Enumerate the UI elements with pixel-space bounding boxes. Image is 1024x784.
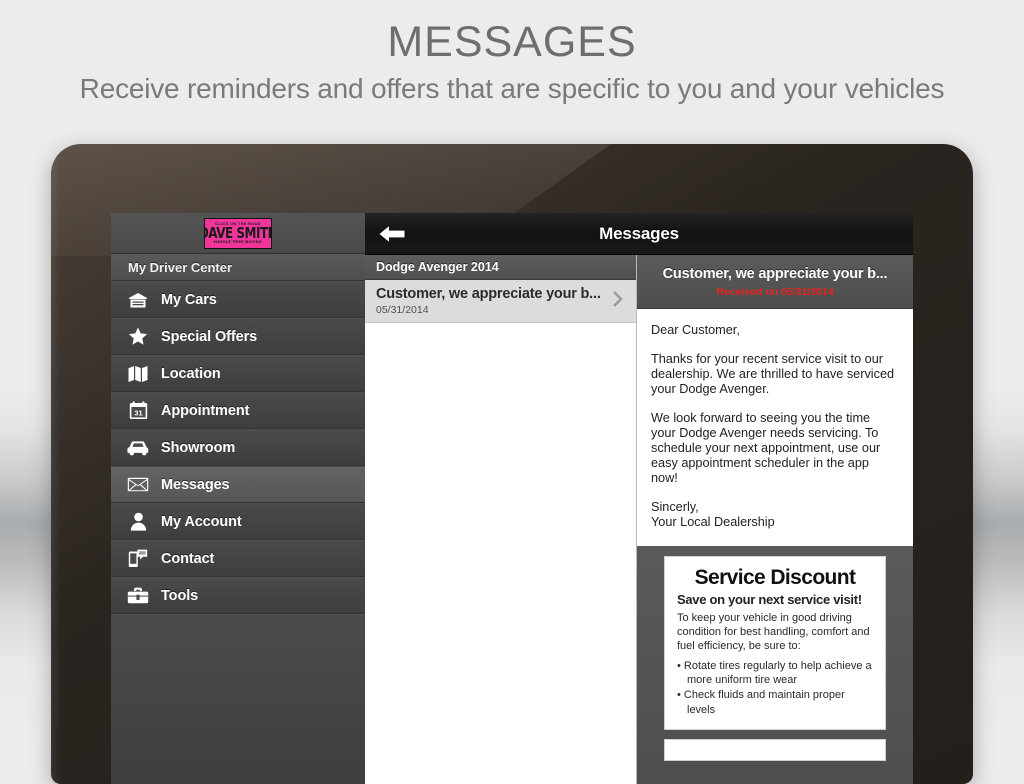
page-title: MESSAGES: [387, 18, 637, 66]
sidebar-item-label: My Cars: [161, 291, 217, 308]
message-panes: Dodge Avenger 2014 Customer, we apprecia…: [365, 255, 913, 784]
back-arrow-icon: [379, 225, 405, 242]
message-body-paragraph: Thanks for your recent service visit to …: [651, 351, 895, 396]
message-detail-header: Customer, we appreciate your b... Receiv…: [637, 255, 913, 309]
coupon-bullet-list: Rotate tires regularly to help achieve a…: [677, 659, 873, 717]
sidebar-empty-space: [111, 614, 365, 784]
message-list-item-title: Customer, we appreciate your b...: [376, 286, 601, 302]
coupon-body-text: To keep your vehicle in good driving con…: [677, 611, 870, 653]
sidebar-item-location[interactable]: Location: [111, 355, 365, 392]
next-coupon-card[interactable]: [664, 738, 886, 761]
toolbox-icon: [124, 587, 152, 604]
message-body-paragraph: Dear Customer,: [651, 323, 740, 337]
sidebar-item-contact[interactable]: Contact: [111, 540, 365, 577]
message-detail-pane: Customer, we appreciate your b... Receiv…: [637, 255, 913, 784]
chevron-right-icon: [612, 289, 624, 314]
person-icon: [124, 512, 152, 531]
sidebar-item-special-offers[interactable]: Special Offers: [111, 318, 365, 355]
calendar-icon: 31: [124, 401, 152, 420]
page-header: MESSAGES Receive reminders and offers th…: [0, 0, 1024, 105]
sidebar-logo-bar: CLICK ON THE ROAD DAVE SMITH HASSLE FREE…: [111, 213, 365, 254]
tablet-edge-highlight: [51, 144, 61, 784]
sidebar-item-label: Contact: [161, 550, 215, 567]
sidebar-item-tools[interactable]: Tools: [111, 577, 365, 614]
sidebar-item-showroom[interactable]: Showroom: [111, 429, 365, 466]
envelope-icon: [124, 477, 152, 492]
tablet-device-frame: CLICK ON THE ROAD DAVE SMITH HASSLE FREE…: [51, 144, 973, 784]
car-icon: [124, 440, 152, 456]
logo-brand-text: DAVE SMITH: [205, 224, 271, 242]
sidebar-item-my-account[interactable]: My Account: [111, 503, 365, 540]
coupon-bullet-item: Check fluids and maintain proper levels: [677, 688, 873, 717]
svg-text:31: 31: [134, 409, 142, 418]
sidebar-nav-list: My Cars Special Offers Location 31 Appoi…: [111, 281, 365, 614]
sidebar-item-appointment[interactable]: 31 Appointment: [111, 392, 365, 429]
app-topbar: Messages: [365, 213, 913, 255]
sidebar: CLICK ON THE ROAD DAVE SMITH HASSLE FREE…: [111, 213, 365, 784]
sidebar-item-label: Tools: [161, 587, 199, 604]
sidebar-item-label: Messages: [161, 476, 230, 493]
service-discount-coupon[interactable]: Service Discount Save on your next servi…: [664, 555, 886, 730]
coupon-area: Service Discount Save on your next servi…: [637, 545, 913, 784]
topbar-title: Messages: [599, 223, 679, 243]
message-list-item-date: 05/31/2014: [376, 304, 429, 316]
sidebar-section-header: My Driver Center: [111, 254, 365, 281]
message-list-item-text: Customer, we appreciate your b... 05/31/…: [376, 286, 612, 316]
app-content: Messages Dodge Avenger 2014 Customer, we…: [365, 213, 913, 784]
phone-chat-icon: [124, 549, 152, 568]
sidebar-item-my-cars[interactable]: My Cars: [111, 281, 365, 318]
message-body-signature: Sincerly, Your Local Dealership: [651, 499, 775, 529]
star-icon: [124, 327, 152, 346]
back-button[interactable]: [378, 222, 408, 246]
message-list-item[interactable]: Customer, we appreciate your b... 05/31/…: [365, 280, 636, 323]
message-subject: Customer, we appreciate your b...: [662, 265, 888, 282]
coupon-title: Service Discount: [694, 565, 856, 589]
map-icon: [124, 365, 152, 383]
garage-icon: [124, 291, 152, 309]
message-list-empty-area: [365, 323, 636, 784]
tablet-screen: CLICK ON THE ROAD DAVE SMITH HASSLE FREE…: [111, 213, 913, 784]
message-body: Dear Customer, Thanks for your recent se…: [637, 309, 913, 546]
message-received-date: Received on 05/31/2014: [716, 285, 834, 298]
sidebar-item-label: Showroom: [161, 439, 236, 456]
page-subtitle: Receive reminders and offers that are sp…: [79, 73, 945, 105]
sidebar-item-label: My Account: [161, 513, 242, 530]
sidebar-item-label: Special Offers: [161, 328, 258, 345]
sidebar-item-messages[interactable]: Messages: [111, 466, 365, 503]
coupon-bullet-item: Rotate tires regularly to help achieve a…: [677, 659, 873, 688]
message-body-paragraph: We look forward to seeing you the time y…: [651, 410, 881, 485]
message-list-group-header: Dodge Avenger 2014: [365, 255, 636, 280]
coupon-subtitle: Save on your next service visit!: [677, 591, 862, 607]
dealership-logo[interactable]: CLICK ON THE ROAD DAVE SMITH HASSLE FREE…: [204, 217, 272, 249]
sidebar-item-label: Appointment: [161, 402, 250, 419]
message-list-pane: Dodge Avenger 2014 Customer, we apprecia…: [365, 255, 637, 784]
sidebar-item-label: Location: [161, 365, 221, 382]
